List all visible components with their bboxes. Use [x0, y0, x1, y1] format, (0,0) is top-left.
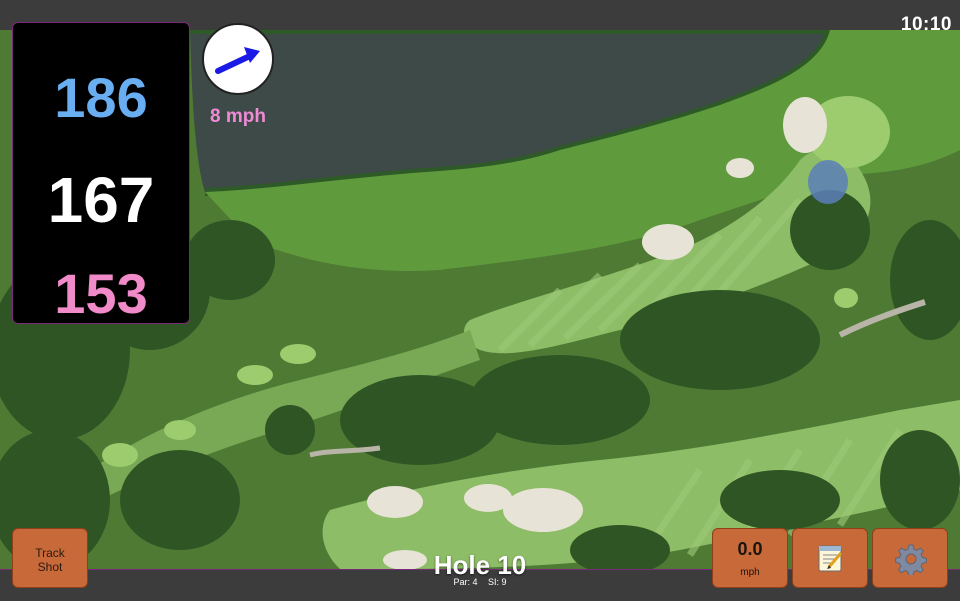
hole-info: Par: 4 SI: 9 [380, 577, 580, 587]
settings-button[interactable] [872, 528, 948, 588]
speed-value: 0.0 [737, 539, 763, 559]
speed-unit: mph [740, 567, 760, 578]
track-shot-label-line2: Shot [37, 560, 63, 574]
notes-button[interactable] [792, 528, 868, 588]
wind-speed: 8 mph [210, 106, 266, 127]
middle-distance: 167 [47, 164, 155, 236]
distance-panel: 186 167 153 [12, 22, 190, 325]
wind-arrow-icon [215, 47, 260, 74]
track-shot-button[interactable]: Track Shot [12, 528, 88, 588]
front-distance: 153 [54, 262, 148, 325]
track-shot-label-line1: Track [35, 546, 65, 560]
speed-button[interactable]: 0.0 mph [712, 528, 788, 588]
notepad-icon [818, 545, 843, 572]
hole-par: Par: 4 [453, 577, 478, 587]
wind-direction-dial [202, 23, 274, 95]
back-distance: 186 [54, 66, 148, 129]
gear-icon [895, 544, 927, 575]
hole-si: SI: 9 [488, 577, 507, 587]
